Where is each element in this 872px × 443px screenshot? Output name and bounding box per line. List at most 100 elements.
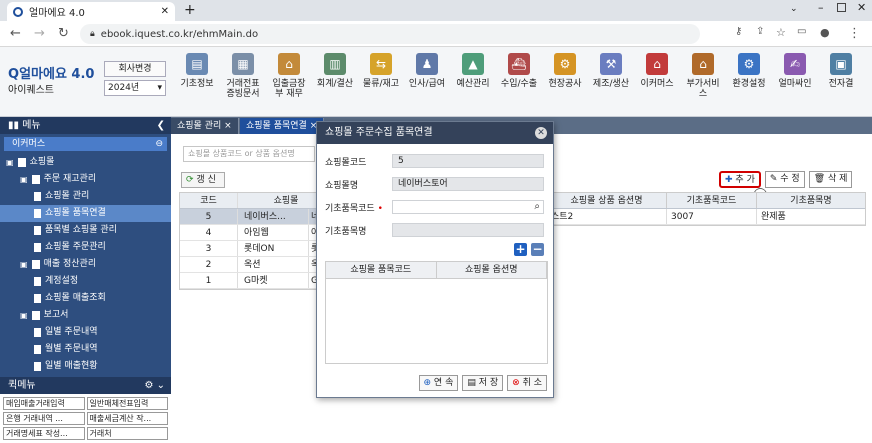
menu-item-2[interactable]: ⌂ 입출금장부 재무 bbox=[270, 53, 308, 99]
sidebar-tree-item[interactable]: ▣ 매출 정산관리 bbox=[0, 256, 171, 273]
delete-button[interactable]: 🗑︎ 삭 제 bbox=[808, 171, 853, 188]
table-row[interactable]: 1G마켓G마 bbox=[180, 273, 328, 289]
quick-menu-item[interactable]: 매입매출거래입력 bbox=[3, 397, 85, 410]
menu-item-14[interactable]: ▣ 전자결 bbox=[822, 53, 860, 89]
expand-toggle-icon[interactable]: ▣ bbox=[20, 171, 28, 188]
menu-item-10[interactable]: ⌂ 이커머스 bbox=[638, 53, 676, 89]
year-value: 2024년 bbox=[108, 83, 140, 93]
expand-toggle-icon[interactable]: ▣ bbox=[6, 154, 14, 171]
add-button[interactable]: ✚ 추 가 bbox=[719, 171, 761, 188]
refresh-button[interactable]: ⟳ 갱 신 bbox=[181, 172, 225, 188]
search-icon[interactable]: ⌕ bbox=[534, 201, 540, 213]
share-icon[interactable]: ⇪ bbox=[756, 26, 764, 37]
sidebar-item-label: 쇼핑몰 매출조회 bbox=[45, 293, 106, 303]
folder-icon bbox=[17, 158, 26, 167]
table-row[interactable]: 4아임웹아임 bbox=[180, 225, 328, 241]
profile-icon[interactable]: ● bbox=[820, 26, 830, 39]
sidebar-tree-item[interactable]: ▣ 보고서 bbox=[0, 307, 171, 324]
expand-toggle-icon[interactable]: ▣ bbox=[20, 256, 28, 273]
change-company-button[interactable]: 회사변경 bbox=[104, 61, 166, 77]
quick-menu-item[interactable]: 매출세금계산 작... bbox=[86, 412, 168, 425]
table-row[interactable]: 3롯데ON롯데 bbox=[180, 241, 328, 257]
back-icon[interactable]: ← bbox=[10, 26, 21, 41]
sidebar-item-label: 쇼핑몰 주문관리 bbox=[45, 242, 106, 252]
company-name: 아이퀘스트 bbox=[8, 85, 54, 96]
save-button[interactable]: ▤ 저 장 bbox=[462, 375, 504, 391]
bookmark-star-icon[interactable]: ☆ bbox=[776, 26, 786, 39]
menu-item-7[interactable]: ⛴ 수입/수출 bbox=[500, 53, 538, 89]
table-row[interactable]: 5네이버스...네이 bbox=[180, 209, 328, 225]
edit-button[interactable]: ✎ 수 정 bbox=[764, 171, 805, 188]
menu-icon: ▣ bbox=[830, 53, 852, 75]
sidebar-tree-item[interactable]: 일별 주문내역 bbox=[0, 324, 171, 341]
menu-item-3[interactable]: ▥ 회계/결산 bbox=[316, 53, 354, 89]
year-select[interactable]: 2024년 ▾ bbox=[104, 80, 166, 96]
quick-menu-item[interactable]: 거래처 bbox=[86, 427, 168, 440]
tab-shop-management[interactable]: 쇼핑몰 관리 × bbox=[171, 118, 239, 134]
quick-menu-toggle-icons[interactable]: ⚙ ⌄ bbox=[144, 377, 165, 394]
close-tab-icon[interactable]: ✕ bbox=[161, 6, 169, 17]
menu-label: 환경설정 bbox=[732, 79, 766, 89]
menu-item-12[interactable]: ⚙ 환경설정 bbox=[730, 53, 768, 89]
cancel-button[interactable]: ⊗ 취 소 bbox=[507, 375, 547, 391]
sidebar-item-label: 계정설정 bbox=[45, 276, 79, 286]
sidebar-tree-item[interactable]: 쇼핑몰 관리 bbox=[0, 188, 171, 205]
window-close-icon[interactable]: ✕ bbox=[857, 1, 866, 14]
cell-item-name: 완제품 bbox=[761, 212, 786, 222]
item-code-input[interactable]: ⌕ bbox=[392, 200, 544, 214]
menu-item-5[interactable]: ♟ 인사/급여 bbox=[408, 53, 446, 89]
reload-icon[interactable]: ↻ bbox=[58, 26, 69, 41]
dialog-buttons: ⊕ 연 속 ▤ 저 장 ⊗ 취 소 bbox=[418, 375, 547, 391]
table-row[interactable]: 2옥션옥션 bbox=[180, 257, 328, 273]
address-bar[interactable]: 🔒︎ ebook.iquest.co.kr/ehmMain.do bbox=[80, 24, 700, 44]
remove-row-button[interactable]: − bbox=[531, 243, 544, 256]
new-tab-icon[interactable]: + bbox=[184, 2, 196, 18]
quick-menu-item[interactable]: 은행 거래내역 ... bbox=[3, 412, 85, 425]
sidebar-tree-item[interactable]: 쇼핑몰 주문관리 bbox=[0, 239, 171, 256]
sidebar-section[interactable]: 이커머스 ⊖ bbox=[4, 137, 167, 151]
menu-item-4[interactable]: ⇆ 물류/재고 bbox=[362, 53, 400, 89]
menu-item-8[interactable]: ⚙ 현장공사 bbox=[546, 53, 584, 89]
close-tab-icon[interactable]: × bbox=[224, 121, 232, 131]
menu-item-6[interactable]: ▲ 예산관리 bbox=[454, 53, 492, 89]
trash-icon: 🗑︎ bbox=[813, 174, 826, 184]
sidebar-tree-item[interactable]: 품목별 쇼핑몰 관리 bbox=[0, 222, 171, 239]
menu-label: 입출금장부 재무 bbox=[272, 79, 306, 99]
minimize-icon[interactable]: – bbox=[818, 1, 824, 14]
browser-tab[interactable]: 얼마에요 4.0 ✕ bbox=[7, 2, 175, 21]
key-icon[interactable]: ⚷ bbox=[735, 26, 742, 37]
quick-menu-item[interactable]: 일반매체전표입력 bbox=[86, 397, 168, 410]
sidebar-tree-item[interactable]: ▣ 쇼핑몰 bbox=[0, 154, 171, 171]
menu-item-11[interactable]: ⌂ 부가서비스 bbox=[684, 53, 722, 99]
maximize-icon[interactable] bbox=[837, 3, 846, 12]
sidebar-tree-item[interactable]: 월별 주문내역 bbox=[0, 341, 171, 358]
table-row[interactable]: 스트2 3007 완제품 bbox=[547, 209, 865, 225]
cell-shop-name: 옥션 bbox=[244, 260, 261, 270]
more-menu-icon[interactable]: ⋮ bbox=[848, 26, 861, 41]
menu-item-9[interactable]: ⚒ 제조/생산 bbox=[592, 53, 630, 89]
browser-tab-title: 얼마에요 4.0 bbox=[29, 8, 85, 19]
add-row-button[interactable]: + bbox=[514, 243, 527, 256]
sidebar-item-label: 쇼핑몰 관리 bbox=[45, 191, 90, 201]
section-toggle-icon[interactable]: ⊖ bbox=[155, 137, 163, 151]
sidebar-tree-item[interactable]: 쇼핑몰 매출조회 bbox=[0, 290, 171, 307]
forward-icon[interactable]: → bbox=[34, 26, 45, 41]
sidebar-tree-item[interactable]: 쇼핑몰 품목연결 bbox=[0, 205, 171, 222]
menu-item-13[interactable]: ✍ 얼마싸인 bbox=[776, 53, 814, 89]
quick-menu-item[interactable]: 거래명세표 작성... bbox=[3, 427, 85, 440]
continue-button[interactable]: ⊕ 연 속 bbox=[418, 375, 459, 391]
collapse-sidebar-icon[interactable]: ❮ bbox=[157, 117, 165, 134]
menu-item-0[interactable]: ▤ 기초정보 bbox=[178, 53, 216, 89]
document-icon bbox=[34, 294, 41, 303]
tab-list-icon[interactable]: ⌄ bbox=[790, 4, 798, 14]
close-icon[interactable]: ✕ bbox=[535, 127, 547, 139]
tab-shop-item-link[interactable]: 쇼핑몰 품목연결 × bbox=[240, 118, 325, 134]
reading-list-icon[interactable]: ▭ bbox=[797, 26, 806, 37]
cell-code: 2 bbox=[180, 257, 238, 272]
expand-toggle-icon[interactable]: ▣ bbox=[20, 307, 28, 324]
menu-item-1[interactable]: ▦ 거래전표 증빙문서 bbox=[224, 53, 262, 99]
sidebar-tree-item[interactable]: 계정설정 bbox=[0, 273, 171, 290]
product-search-input[interactable]: 쇼핑몰 상품코드 or 상품 옵션명 bbox=[183, 146, 315, 162]
sidebar-tree-item[interactable]: ▣ 주문 재고관리 bbox=[0, 171, 171, 188]
sidebar-tree-item[interactable]: 일별 매출현황 bbox=[0, 358, 171, 375]
